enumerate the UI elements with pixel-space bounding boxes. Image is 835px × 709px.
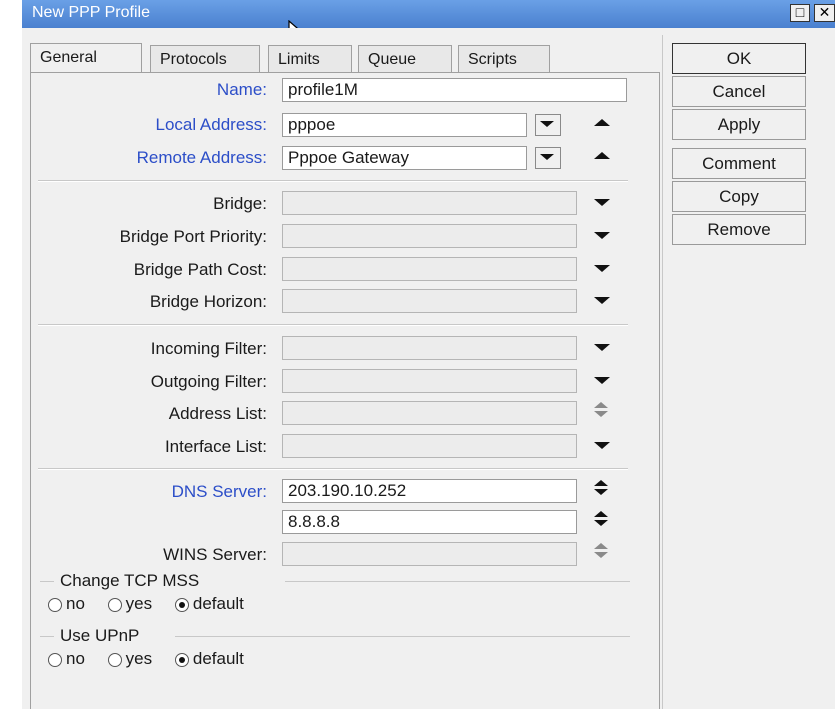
separator bbox=[38, 324, 628, 326]
dns-server-label: DNS Server: bbox=[171, 482, 267, 501]
radio-circle bbox=[107, 652, 122, 667]
interface-list-dropdown-icon[interactable] bbox=[594, 442, 610, 449]
upnp-default-radio[interactable]: default bbox=[174, 649, 244, 668]
name-field[interactable]: profile1M bbox=[282, 78, 627, 102]
radio-circle-selected bbox=[174, 597, 189, 612]
interface-list-field[interactable] bbox=[282, 434, 577, 458]
bridge-port-priority-field[interactable] bbox=[282, 224, 577, 248]
bridge-horizon-field[interactable] bbox=[282, 289, 577, 313]
remote-address-label: Remote Address: bbox=[136, 148, 267, 167]
remove-field-up-icon[interactable] bbox=[594, 119, 610, 126]
group-border bbox=[285, 581, 630, 582]
ok-button[interactable]: OK bbox=[672, 43, 806, 74]
local-address-dropdown-button[interactable] bbox=[535, 114, 561, 136]
cancel-button[interactable]: Cancel bbox=[672, 76, 806, 107]
radio-circle bbox=[107, 597, 122, 612]
chevron-down-icon bbox=[540, 154, 554, 160]
restore-button[interactable]: □ bbox=[790, 4, 810, 22]
radio-circle-selected bbox=[174, 652, 189, 667]
bridge-path-cost-label: Bridge Path Cost: bbox=[133, 260, 267, 279]
upnp-yes-radio[interactable]: yes bbox=[107, 649, 152, 668]
group-border bbox=[175, 636, 630, 637]
change-tcp-mss-options: no yes default bbox=[48, 594, 244, 614]
spin-down-icon[interactable] bbox=[594, 520, 608, 526]
bridge-horizon-label: Bridge Horizon: bbox=[149, 292, 267, 311]
bridge-dropdown-icon[interactable] bbox=[594, 199, 610, 206]
button-column-divider bbox=[662, 35, 663, 709]
radio-circle bbox=[48, 597, 62, 612]
remote-address-field[interactable]: Pppoe Gateway bbox=[282, 146, 527, 170]
close-button[interactable]: ✕ bbox=[814, 4, 835, 22]
name-label: Name: bbox=[216, 80, 267, 99]
tcp-mss-yes-radio[interactable]: yes bbox=[107, 594, 152, 613]
address-list-label: Address List: bbox=[168, 404, 267, 423]
separator bbox=[38, 180, 628, 182]
window-title: New PPP Profile bbox=[32, 4, 150, 21]
radio-circle bbox=[48, 652, 62, 667]
use-upnp-title: Use UPnP bbox=[60, 626, 140, 645]
spin-up-icon[interactable] bbox=[594, 402, 608, 408]
local-address-label: Local Address: bbox=[155, 115, 267, 134]
bridge-port-priority-dropdown-icon[interactable] bbox=[594, 232, 610, 239]
group-border bbox=[40, 581, 54, 582]
comment-button[interactable]: Comment bbox=[672, 148, 806, 179]
incoming-filter-label: Incoming Filter: bbox=[150, 339, 267, 358]
wins-server-label: WINS Server: bbox=[163, 545, 267, 564]
apply-button[interactable]: Apply bbox=[672, 109, 806, 140]
tab-queue[interactable]: Queue bbox=[358, 45, 452, 73]
upnp-no-radio[interactable]: no bbox=[48, 649, 85, 668]
spin-down-icon[interactable] bbox=[594, 552, 608, 558]
tcp-mss-default-radio[interactable]: default bbox=[174, 594, 244, 613]
outgoing-filter-label: Outgoing Filter: bbox=[150, 372, 267, 391]
local-address-field[interactable]: pppoe bbox=[282, 113, 527, 137]
tab-protocols[interactable]: Protocols bbox=[150, 45, 260, 73]
outgoing-filter-field[interactable] bbox=[282, 369, 577, 393]
bridge-port-priority-label: Bridge Port Priority: bbox=[119, 227, 267, 246]
change-tcp-mss-title: Change TCP MSS bbox=[60, 571, 200, 590]
dns-server-field-2[interactable]: 8.8.8.8 bbox=[282, 510, 577, 534]
bridge-field[interactable] bbox=[282, 191, 577, 215]
outgoing-filter-dropdown-icon[interactable] bbox=[594, 377, 610, 384]
bridge-path-cost-dropdown-icon[interactable] bbox=[594, 265, 610, 272]
bridge-label: Bridge: bbox=[213, 194, 267, 213]
dns-server-field-1[interactable]: 203.190.10.252 bbox=[282, 479, 577, 503]
bridge-horizon-dropdown-icon[interactable] bbox=[594, 297, 610, 304]
group-border bbox=[40, 636, 54, 637]
spin-down-icon[interactable] bbox=[594, 489, 608, 495]
spin-up-icon[interactable] bbox=[594, 543, 608, 549]
interface-list-label: Interface List: bbox=[164, 437, 267, 456]
use-upnp-options: no yes default bbox=[48, 649, 244, 669]
tab-limits[interactable]: Limits bbox=[268, 45, 352, 73]
spin-down-icon[interactable] bbox=[594, 411, 608, 417]
remove-field-up-icon[interactable] bbox=[594, 152, 610, 159]
incoming-filter-dropdown-icon[interactable] bbox=[594, 344, 610, 351]
tcp-mss-no-radio[interactable]: no bbox=[48, 594, 85, 613]
spin-up-icon[interactable] bbox=[594, 480, 608, 486]
copy-button[interactable]: Copy bbox=[672, 181, 806, 212]
chevron-down-icon bbox=[540, 121, 554, 127]
wins-server-field[interactable] bbox=[282, 542, 577, 566]
tab-general[interactable]: General bbox=[30, 43, 142, 73]
remote-address-dropdown-button[interactable] bbox=[535, 147, 561, 169]
spin-up-icon[interactable] bbox=[594, 511, 608, 517]
title-bar[interactable]: New PPP Profile □ ✕ bbox=[22, 0, 835, 28]
remove-button[interactable]: Remove bbox=[672, 214, 806, 245]
address-list-field[interactable] bbox=[282, 401, 577, 425]
incoming-filter-field[interactable] bbox=[282, 336, 577, 360]
separator bbox=[38, 468, 628, 470]
bridge-path-cost-field[interactable] bbox=[282, 257, 577, 281]
tab-scripts[interactable]: Scripts bbox=[458, 45, 550, 73]
